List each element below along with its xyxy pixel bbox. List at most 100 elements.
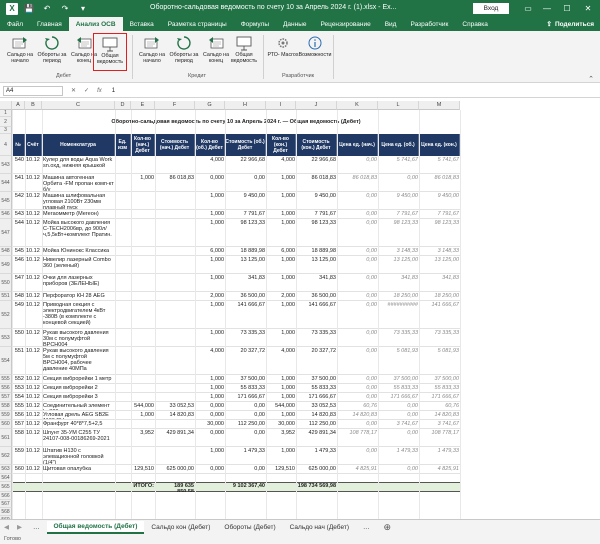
row-header[interactable]: 551 [0,292,12,301]
qty-end-cell[interactable]: 1,000 [266,257,296,274]
sum-start-cell[interactable] [155,302,195,329]
sheet-tab-closing-debit[interactable]: Сальдо кон (Дебет) [144,521,217,534]
row-number-cell[interactable]: 549 [12,302,25,329]
qty-turnover-cell[interactable]: 1,000 [195,275,225,292]
row-number-cell[interactable]: 558 [12,430,25,447]
price-turnover-cell[interactable]: 98 123,33 [378,220,419,247]
qty-start-cell[interactable] [131,302,155,329]
qty-start-cell[interactable] [131,348,155,375]
price-turnover-cell[interactable]: ########## [378,302,419,329]
tab-formulas[interactable]: Формулы [234,17,276,31]
row-header[interactable]: 546 [0,210,12,219]
account-cell[interactable]: 10.12 [25,220,42,247]
sum-turnover-cell[interactable]: 141 666,67 [225,302,266,329]
price-start-cell[interactable]: 0,00 [337,275,378,292]
price-start-cell[interactable]: 0,00 [337,448,378,465]
column-header[interactable]: K [337,101,378,110]
account-cell[interactable]: 10.12 [25,348,42,375]
qty-end-cell[interactable]: 1,000 [266,275,296,292]
qty-start-cell[interactable] [131,448,155,465]
account-cell[interactable]: 10.12 [25,257,42,274]
item-name-cell[interactable]: Рукав высокого давления 5м с полумуфтой … [42,348,115,375]
price-start-cell[interactable]: 0,00 [337,257,378,274]
row-header[interactable]: 3 [0,127,12,134]
next-sheet-icon[interactable]: ▶ [13,521,26,534]
signin-button[interactable]: Вход [473,3,509,14]
qty-turnover-cell[interactable]: 0,000 [195,175,225,192]
name-box[interactable]: A4 [3,85,63,96]
price-end-cell[interactable]: 9 450,00 [419,193,460,210]
column-header[interactable]: B [25,101,42,110]
qty-end-cell[interactable]: 1,000 [266,302,296,329]
qty-turnover-cell[interactable]: 1,000 [195,257,225,274]
qty-start-cell[interactable]: 1,000 [131,175,155,192]
row-number-cell[interactable]: 541 [12,175,25,192]
quick-access-chevron-icon[interactable]: ▾ [76,2,90,16]
row-number-cell[interactable]: 547 [12,275,25,292]
column-header[interactable]: M [419,101,460,110]
sum-end-cell[interactable]: 98 123,33 [296,220,337,247]
row-header[interactable]: 554 [0,347,12,375]
sum-start-cell[interactable]: 86 018,83 [155,175,195,192]
maximize-button[interactable]: ☐ [558,2,576,15]
row-header[interactable]: 568 [0,508,12,516]
price-turnover-cell[interactable]: 0,00 [378,430,419,447]
column-header[interactable]: L [378,101,419,110]
sum-start-cell[interactable]: 429 891,34 [155,430,195,447]
column-header[interactable]: I [266,101,296,110]
price-turnover-cell[interactable]: 13 125,00 [378,257,419,274]
unit-cell[interactable] [115,220,131,247]
qty-start-cell[interactable] [131,275,155,292]
qty-turnover-cell[interactable]: 1,000 [195,220,225,247]
column-header[interactable]: C [42,101,115,110]
price-start-cell[interactable]: 0,00 [337,220,378,247]
item-name-cell[interactable]: Приводная секция с электродвигателем 4кВ… [42,302,115,329]
price-end-cell[interactable]: 73 335,33 [419,330,460,347]
sum-turnover-cell[interactable]: 0,00 [225,430,266,447]
qty-end-cell[interactable]: 1,000 [266,175,296,192]
formula-input[interactable]: 1 [112,88,115,94]
qty-turnover-cell[interactable]: 1,000 [195,448,225,465]
debit-turnover-button[interactable]: Обороты за период [35,33,69,71]
price-turnover-cell[interactable]: 5 741,67 [378,157,419,174]
worksheet[interactable]: A B C D E F G H I J K L M 1 2 Оборотно-сальдовая ведомо… [0,101,600,519]
add-sheet-icon[interactable]: ⊕ [377,521,399,534]
sum-end-cell[interactable]: 20 327,72 [296,348,337,375]
price-end-cell[interactable]: 98 123,33 [419,220,460,247]
qty-start-cell[interactable] [131,257,155,274]
item-name-cell[interactable]: Нивелир лазерный Combo 360 (зеленый) [42,257,115,274]
row-header[interactable]: 2 [0,117,12,127]
unit-cell[interactable] [115,330,131,347]
tab-developer[interactable]: Разработчик [403,17,455,31]
unit-cell[interactable] [115,348,131,375]
row-header[interactable]: 545 [0,192,12,210]
credit-opening-balance-button[interactable]: Сальдо на начало [135,33,169,71]
row-header[interactable]: 553 [0,329,12,347]
row-header[interactable]: 1 [0,110,12,117]
item-name-cell[interactable]: Машина шлифовальная угловая 2100Вт 230мм… [42,193,115,210]
account-cell[interactable]: 10.12 [25,175,42,192]
cancel-icon[interactable]: ✕ [71,87,76,94]
qty-start-cell[interactable] [131,220,155,247]
price-end-cell[interactable]: 86 018,83 [419,175,460,192]
account-cell[interactable]: 10.12 [25,275,42,292]
column-header[interactable]: H [225,101,266,110]
tab-osv-analysis[interactable]: Анализ ОСВ [68,17,123,31]
account-cell[interactable]: 10.12 [25,448,42,465]
sum-start-cell[interactable] [155,157,195,174]
item-name-cell[interactable]: Кулер для воды Aqua Work sn.охд, нижняя … [42,157,115,174]
row-header[interactable]: 560 [0,420,12,429]
unit-cell[interactable] [115,175,131,192]
row-header[interactable]: 566 [0,492,12,500]
sum-start-cell[interactable] [155,220,195,247]
credit-turnover-button[interactable]: Обороты за период [167,33,201,71]
column-header[interactable]: F [155,101,195,110]
qty-start-cell[interactable] [131,330,155,347]
item-name-cell[interactable]: Рукав высокого давления 30м с полумуфтой… [42,330,115,347]
tab-page-layout[interactable]: Разметка страницы [161,17,234,31]
sum-end-cell[interactable]: 86 018,83 [296,175,337,192]
tab-view[interactable]: Вид [378,17,404,31]
column-header[interactable]: A [12,101,25,110]
row-number-cell[interactable]: 546 [12,257,25,274]
row-header[interactable]: 555 [0,375,12,384]
